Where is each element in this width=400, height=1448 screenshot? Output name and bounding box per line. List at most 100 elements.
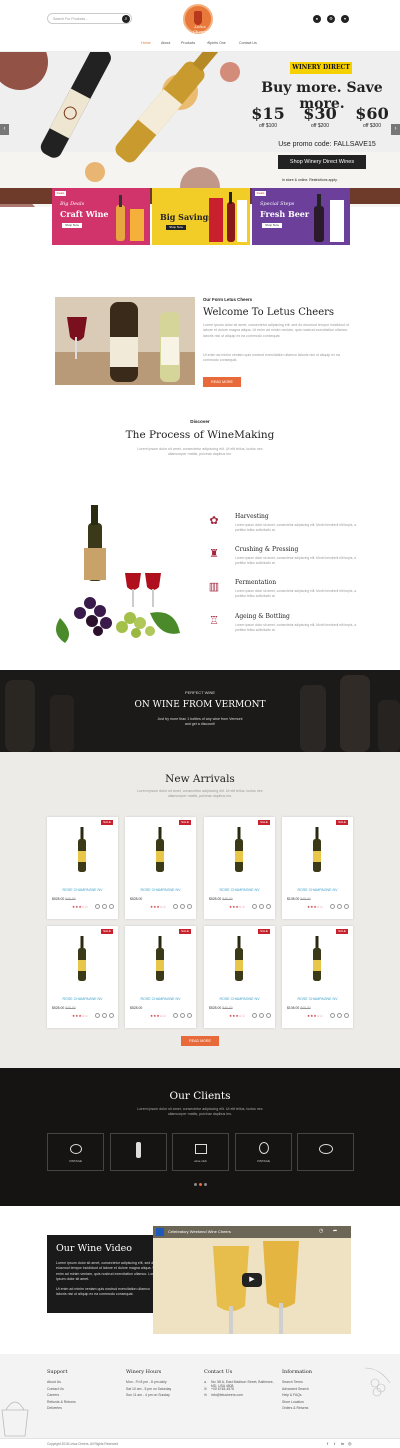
client-logo-3[interactable]: wine club	[172, 1133, 229, 1171]
product-image[interactable]	[78, 936, 86, 981]
product-image[interactable]	[313, 936, 321, 981]
cart-icon[interactable]	[173, 1013, 178, 1018]
product-card[interactable]: SALE ROSE CHAMPAGNE NV $108.00 $45.00 ★★★☆☆	[282, 926, 353, 1028]
arrivals-read-more-button[interactable]: READ MORE	[181, 1036, 219, 1046]
product-card[interactable]: SALE ROSE CHAMPAGNE NV $528.00 $45.00 ★★★☆☆	[204, 817, 275, 919]
play-icon[interactable]: ▶	[242, 1273, 262, 1287]
client-logo-1[interactable]: VINTAGE	[47, 1133, 104, 1171]
product-image[interactable]	[235, 936, 243, 981]
hero-prev-arrow[interactable]: ‹	[0, 124, 9, 135]
product-image[interactable]	[156, 936, 164, 981]
footer-link-info[interactable]: Search Terms	[282, 1380, 303, 1384]
heart-icon[interactable]	[180, 904, 185, 909]
product-name[interactable]: ROSE CHAMPAGNE NV	[204, 888, 275, 892]
heart-icon[interactable]	[180, 1013, 185, 1018]
nav-spirits[interactable]: Spirits One	[208, 41, 226, 45]
tile-shop-button[interactable]: Shop Now	[166, 225, 186, 230]
product-name[interactable]: ROSE CHAMPAGNE NV	[125, 997, 196, 1001]
product-image[interactable]	[156, 827, 164, 872]
carousel-dot-1[interactable]	[194, 1183, 197, 1186]
nav-about[interactable]: About	[161, 41, 170, 45]
footer-link-support[interactable]: About Us	[47, 1380, 61, 1384]
nav-home[interactable]: Home	[141, 41, 151, 45]
cart-icon[interactable]: ▾	[341, 15, 349, 23]
footer-link-support[interactable]: Deliveries	[47, 1406, 62, 1410]
settings-icon[interactable]: ⚙	[327, 15, 335, 23]
footer-link-support[interactable]: Careers	[47, 1393, 59, 1397]
compare-icon[interactable]	[344, 904, 349, 909]
cart-icon[interactable]	[95, 904, 100, 909]
client-logo-5[interactable]	[297, 1133, 354, 1171]
tile-bottles-image	[314, 194, 344, 242]
footer-link-info[interactable]: Help & FAQs	[282, 1393, 302, 1397]
nav-contact[interactable]: Contact Us	[239, 41, 257, 45]
instagram-icon[interactable]: ◎	[348, 1441, 352, 1446]
product-card[interactable]: SALE ROSE CHAMPAGNE NV $108.00 $45.00 ★★★☆☆	[282, 817, 353, 919]
heart-icon[interactable]	[102, 1013, 107, 1018]
product-name[interactable]: ROSE CHAMPAGNE NV	[282, 888, 353, 892]
footer-link-info[interactable]: Advanced Search	[282, 1387, 309, 1391]
product-image[interactable]	[313, 827, 321, 872]
product-image[interactable]	[78, 827, 86, 872]
product-card[interactable]: SALE ROSE CHAMPAGNE NV $528.00 $45.00 ★★★☆☆	[204, 926, 275, 1028]
compare-icon[interactable]	[266, 1013, 271, 1018]
promo-tile-big-savings[interactable]: Big Savings Shop Now	[152, 188, 250, 245]
heart-icon[interactable]	[102, 904, 107, 909]
product-name[interactable]: ROSE CHAMPAGNE NV	[125, 888, 196, 892]
footer-link-info[interactable]: Orders & Returns	[282, 1406, 308, 1410]
linkedin-icon[interactable]: in	[341, 1441, 344, 1446]
nav-products[interactable]: Products	[181, 41, 195, 45]
carousel-dot-3[interactable]	[204, 1183, 207, 1186]
cart-icon[interactable]	[330, 1013, 335, 1018]
footer-link-support[interactable]: Contact Us	[47, 1387, 64, 1391]
watch-later-icon[interactable]: ◷	[319, 1228, 323, 1234]
welcome-read-more-button[interactable]: READ MORE	[203, 377, 241, 387]
cart-icon[interactable]	[173, 904, 178, 909]
tile-shop-button[interactable]: Shop Now	[262, 223, 282, 228]
heart-icon[interactable]	[337, 1013, 342, 1018]
cart-icon[interactable]	[252, 904, 257, 909]
tile-shop-button[interactable]: Shop Now	[62, 223, 82, 228]
site-logo[interactable]: Letus Cheers	[183, 4, 213, 34]
product-card[interactable]: SALE ROSE CHAMPAGNE NV $528.00 ★★★☆☆	[125, 926, 196, 1028]
compare-icon[interactable]	[109, 1013, 114, 1018]
footer-link-support[interactable]: Refunds & Returns	[47, 1400, 76, 1404]
client-logo-2[interactable]	[110, 1133, 167, 1171]
footer-link-info[interactable]: Store Location	[282, 1400, 304, 1404]
product-name[interactable]: ROSE CHAMPAGNE NV	[47, 997, 118, 1001]
share-icon[interactable]: ➦	[333, 1228, 337, 1234]
shop-winery-direct-button[interactable]: Shop Winery Direct Wines	[278, 155, 366, 169]
cart-icon[interactable]	[330, 904, 335, 909]
client-logo-4[interactable]: VINTAGE	[235, 1133, 292, 1171]
carousel-dot-2[interactable]	[199, 1183, 202, 1186]
compare-icon[interactable]	[187, 1013, 192, 1018]
product-image[interactable]	[235, 827, 243, 872]
search-input[interactable]: Search For Products... ⌕	[47, 13, 132, 24]
compare-icon[interactable]	[266, 904, 271, 909]
footer-link-contact[interactable]: info@letusheers.com	[211, 1393, 279, 1397]
cart-icon[interactable]	[95, 1013, 100, 1018]
compare-icon[interactable]	[187, 904, 192, 909]
compare-icon[interactable]	[109, 904, 114, 909]
promo-tile-craft-wine[interactable]: Deals Big Deals Craft Wine Shop Now	[52, 188, 150, 245]
twitter-icon[interactable]: t	[334, 1441, 335, 1446]
heart-icon[interactable]	[337, 904, 342, 909]
video-player[interactable]: Celebratory Weekend Wine Cheers ◷ ➦ ▶	[153, 1226, 351, 1334]
promo-tile-fresh-beer[interactable]: Deals Special Steps Fresh Beer Shop Now	[252, 188, 350, 245]
hero-next-arrow[interactable]: ›	[391, 124, 400, 135]
product-card[interactable]: SALE ROSE CHAMPAGNE NV $528.00 $45.00 ★★★☆☆	[47, 926, 118, 1028]
facebook-icon[interactable]: f	[327, 1441, 328, 1446]
footer-link-contact[interactable]: +00 6748-4578	[211, 1387, 279, 1391]
heart-icon[interactable]	[259, 1013, 264, 1018]
user-icon[interactable]: ●	[313, 15, 321, 23]
product-name[interactable]: ROSE CHAMPAGNE NV	[204, 997, 275, 1001]
heart-icon[interactable]	[259, 904, 264, 909]
cart-icon[interactable]	[252, 1013, 257, 1018]
compare-icon[interactable]	[344, 1013, 349, 1018]
clients-text: Lorem ipsum dolor sit amet, consectetur …	[137, 1107, 263, 1117]
product-name[interactable]: ROSE CHAMPAGNE NV	[282, 997, 353, 1001]
product-name[interactable]: ROSE CHAMPAGNE NV	[47, 888, 118, 892]
product-card[interactable]: SALE ROSE CHAMPAGNE NV $528.00 ★★★☆☆	[125, 817, 196, 919]
search-icon[interactable]: ⌕	[122, 15, 130, 23]
product-card[interactable]: SALE ROSE CHAMPAGNE NV $528.00 $45.00 ★★★☆☆	[47, 817, 118, 919]
